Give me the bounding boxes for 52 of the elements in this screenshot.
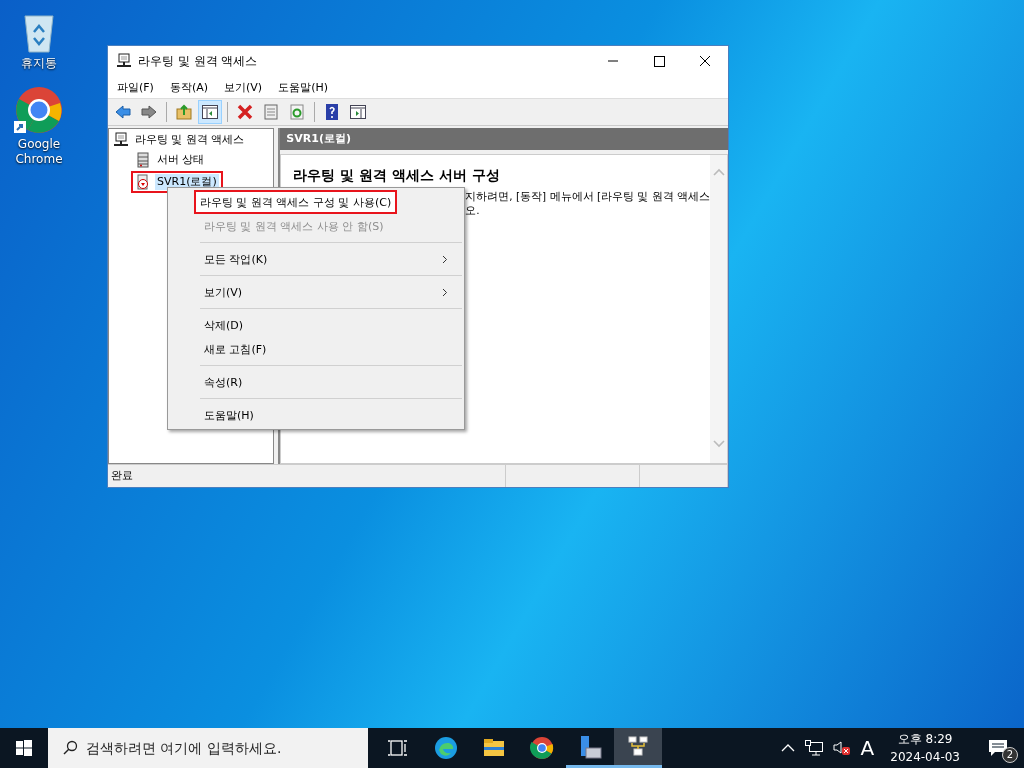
edge-icon [433, 735, 459, 761]
chevron-right-icon [442, 287, 448, 297]
notification-icon[interactable] [988, 739, 1008, 757]
back-icon [114, 103, 132, 121]
menu-item[interactable]: 파일(F) [111, 79, 160, 95]
content-header: SVR1(로컬) [280, 128, 728, 150]
delete-icon [236, 103, 254, 121]
up-icon [175, 103, 193, 121]
menu-item[interactable]: 보기(V) [218, 79, 269, 95]
menu-item[interactable]: 도움말(H) [272, 79, 334, 95]
context-menu-item[interactable]: 새로 고침(F) [170, 337, 462, 361]
chrome-icon[interactable] [14, 85, 64, 135]
clock-date: 2024-04-03 [890, 749, 960, 766]
clock-time: 오후 8:29 [897, 731, 953, 748]
desktop-icon-label[interactable]: Google Chrome [4, 137, 74, 167]
chrome-icon [529, 735, 555, 761]
context-menu-item[interactable]: 속성(R) [170, 370, 462, 394]
chevron-right-icon [442, 254, 448, 264]
server-stack-icon [135, 152, 151, 168]
search-icon [62, 740, 78, 756]
context-menu-item[interactable]: 삭제(D) [170, 313, 462, 337]
description-text: 지하려면, [동작] 메뉴에서 [라우팅 및 원격 액세스 [465, 189, 710, 203]
pane-icon [349, 103, 367, 121]
tree-item[interactable]: SVR1(로컬) [155, 174, 219, 190]
chevron-up-icon[interactable] [780, 743, 795, 753]
tree-toolbar-button[interactable] [198, 100, 222, 124]
tree-item[interactable]: 서버 상태 [155, 152, 207, 168]
input-indicator[interactable]: A [860, 736, 875, 760]
tree-icon [201, 103, 219, 121]
network-computer-icon [113, 132, 129, 148]
server-stopped-icon [135, 174, 151, 190]
desktop-icon-label[interactable]: 휴지통 [21, 56, 57, 71]
network-icon[interactable] [804, 740, 823, 756]
tree-item[interactable]: 라우팅 및 원격 액세스 [133, 132, 247, 148]
menu-item[interactable]: 동작(A) [163, 79, 215, 95]
network-computer-icon [116, 53, 132, 69]
window-title: 라우팅 및 원격 액세스 [138, 52, 259, 70]
notification-count-badge: 2 [1002, 747, 1018, 763]
context-menu-item[interactable]: 도움말(H) [170, 403, 462, 427]
description-text: 오. [465, 203, 480, 217]
context-menu-item[interactable]: 라우팅 및 원격 액세스 구성 및 사용(C) [194, 190, 398, 214]
context-menu-item[interactable]: 보기(V) [170, 280, 462, 304]
refresh-icon [288, 103, 306, 121]
help-icon [323, 103, 341, 121]
status-text: 완료 [108, 465, 506, 487]
search-field[interactable]: 검색하려면 여기에 입력하세요. [86, 728, 368, 768]
clock[interactable]: 오후 8:29 2024-04-03 [890, 730, 960, 766]
speaker-muted-icon[interactable] [832, 740, 851, 756]
context-menu-item[interactable]: 모든 작업(K) [170, 247, 462, 271]
rras-taskbar-button[interactable] [614, 728, 662, 768]
forward-icon [140, 103, 158, 121]
section-heading: 라우팅 및 원격 액세스 서버 구성 [293, 167, 501, 185]
